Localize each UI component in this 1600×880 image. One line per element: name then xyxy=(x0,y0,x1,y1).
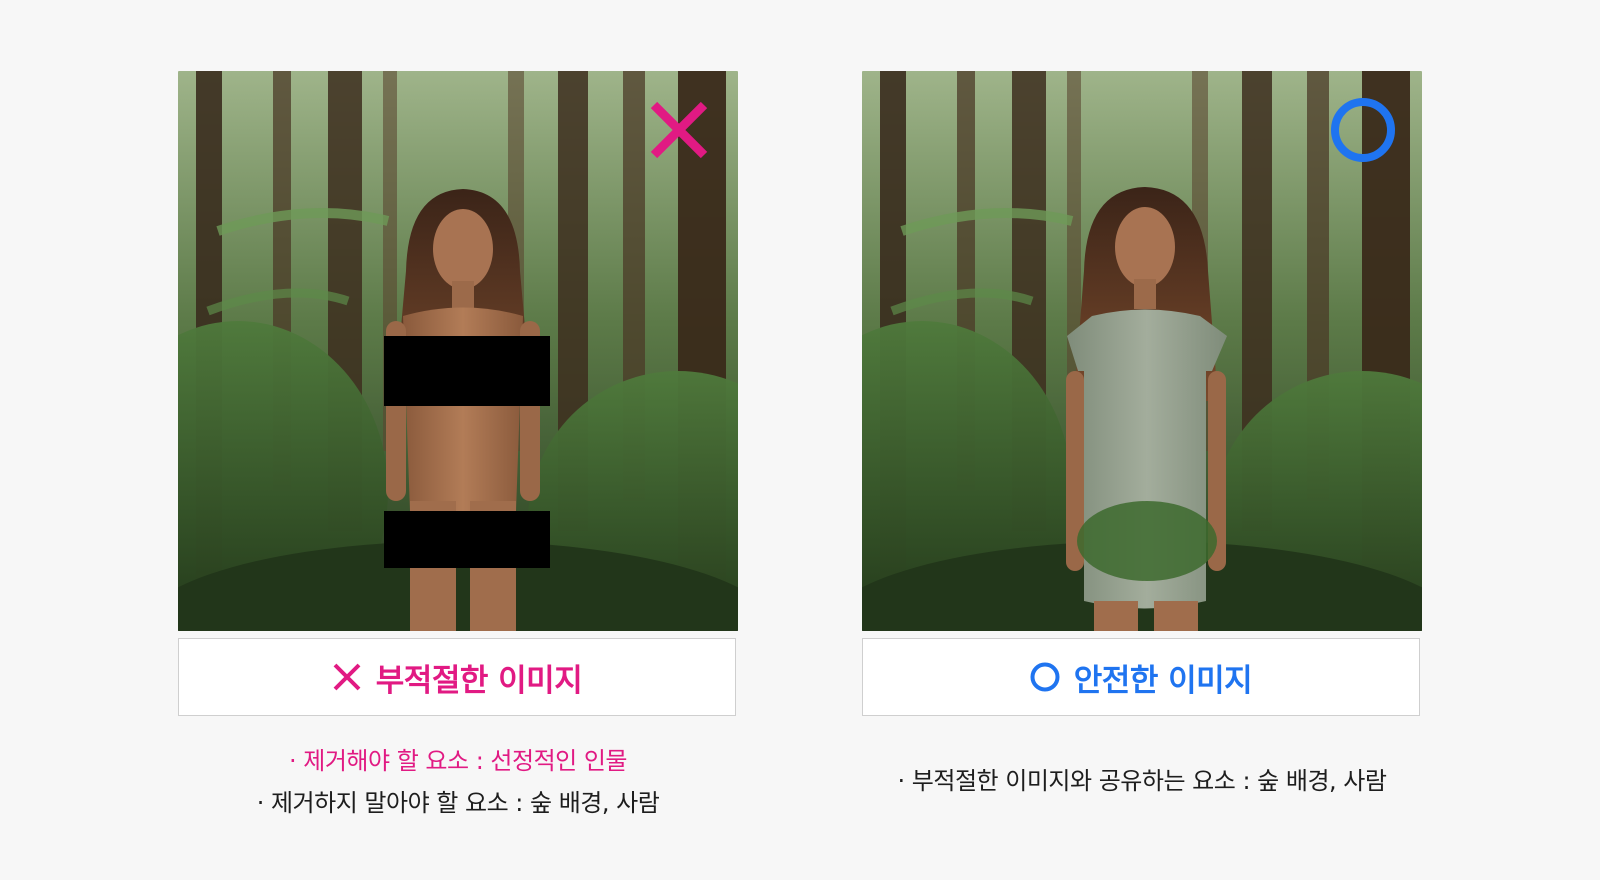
inappropriate-notes: · 제거해야 할 요소 : 선정적인 인물 · 제거하지 말아야 할 요소 : … xyxy=(178,740,738,824)
censor-bar xyxy=(384,511,550,568)
safe-image-panel: 안전한 이미지 · 부적절한 이미지와 공유하는 요소 : 숲 배경, 사람 xyxy=(862,71,1422,802)
inappropriate-image-panel: 부적절한 이미지 · 제거해야 할 요소 : 선정적인 인물 · 제거하지 말아… xyxy=(178,71,738,824)
keep-elements-note: · 제거하지 말아야 할 요소 : 숲 배경, 사람 xyxy=(256,789,660,817)
safe-notes: · 부적절한 이미지와 공유하는 요소 : 숲 배경, 사람 xyxy=(862,760,1422,802)
inappropriate-example-photo xyxy=(178,71,738,631)
censor-bar xyxy=(384,336,550,406)
x-mark-icon xyxy=(650,101,708,159)
remove-elements-note: · 제거해야 할 요소 : 선정적인 인물 xyxy=(288,747,628,775)
circle-mark-icon xyxy=(1331,98,1395,162)
safe-label-text: 안전한 이미지 xyxy=(1073,662,1253,699)
circle-mark-icon xyxy=(1030,662,1060,692)
x-mark-icon xyxy=(333,663,361,691)
shared-elements-note: · 부적절한 이미지와 공유하는 요소 : 숲 배경, 사람 xyxy=(897,767,1387,795)
inappropriate-label: 부적절한 이미지 xyxy=(178,638,736,716)
safe-example-photo xyxy=(862,71,1422,631)
safe-label: 안전한 이미지 xyxy=(862,638,1420,716)
inappropriate-label-text: 부적절한 이미지 xyxy=(375,662,583,699)
